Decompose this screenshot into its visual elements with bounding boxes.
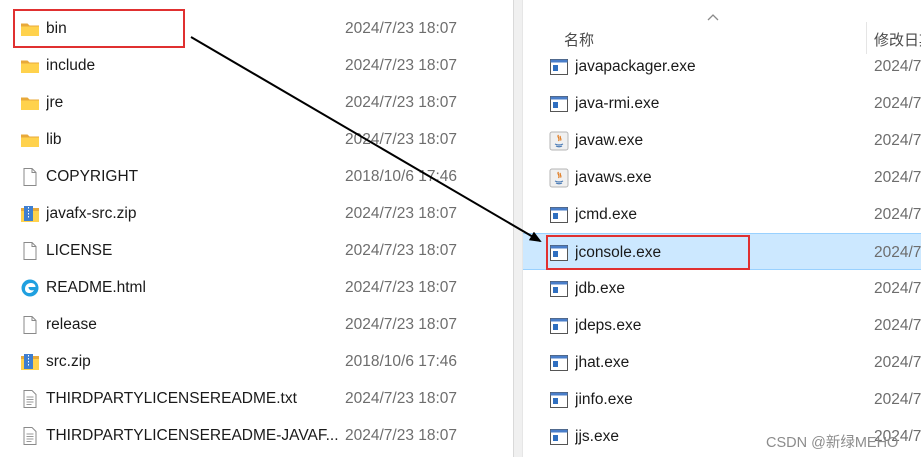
file-modified-date: 2024/7: [874, 317, 921, 334]
file-name: LICENSE: [46, 242, 113, 259]
bin-highlight-box: [13, 9, 185, 48]
left-file-row[interactable]: COPYRIGHT 2018/10/6 17:46: [0, 158, 513, 195]
file-modified-date: 2024/7/23 18:07: [345, 427, 458, 444]
column-header-date[interactable]: 修改日期: [874, 29, 921, 50]
file-name: javaw.exe: [575, 132, 644, 149]
file-name: jre: [46, 94, 64, 111]
sort-up-icon[interactable]: [706, 12, 720, 22]
column-header-name[interactable]: 名称: [564, 29, 594, 50]
file-name: javapackager.exe: [575, 58, 696, 75]
file-name: lib: [46, 131, 62, 148]
left-file-row[interactable]: README.html 2024/7/23 18:07: [0, 269, 513, 306]
file-name: COPYRIGHT: [46, 168, 139, 185]
file-name: THIRDPARTYLICENSEREADME.txt: [46, 390, 297, 407]
file-modified-date: 2024/7: [874, 354, 921, 371]
file-modified-date: 2024/7/23 18:07: [345, 242, 458, 259]
zip-archive-icon: [20, 352, 40, 372]
left-file-row[interactable]: release 2024/7/23 18:07: [0, 306, 513, 343]
file-modified-date: 2018/10/6 17:46: [345, 353, 458, 370]
file-name: jdeps.exe: [575, 317, 642, 334]
file-modified-date: 2024/7: [874, 95, 921, 112]
file-modified-date: 2024/7/23 18:07: [345, 131, 458, 148]
exe-icon: [549, 353, 569, 373]
document-icon: [20, 315, 40, 335]
exe-icon: [549, 279, 569, 299]
file-modified-date: 2024/7: [874, 391, 921, 408]
file-modified-date: 2024/7/23 18:07: [345, 316, 458, 333]
watermark: CSDN @新绿MEHO: [766, 435, 899, 451]
file-modified-date: 2024/7/23 18:07: [345, 390, 458, 407]
file-modified-date: 2024/7/23 18:07: [345, 20, 458, 37]
document-icon: [20, 241, 40, 261]
file-name: jinfo.exe: [575, 391, 633, 408]
folder-icon: [20, 56, 40, 76]
zip-archive-icon: [20, 204, 40, 224]
file-name: src.zip: [46, 353, 91, 370]
text-file-icon: [20, 389, 40, 409]
left-file-row[interactable]: LICENSE 2024/7/23 18:07: [0, 232, 513, 269]
file-modified-date: 2024/7: [874, 169, 921, 186]
file-modified-date: 2024/7/23 18:07: [345, 57, 458, 74]
exe-icon: [549, 427, 569, 447]
file-modified-date: 2024/7: [874, 244, 921, 261]
right-file-row[interactable]: jinfo.exe 2024/7: [523, 381, 921, 418]
file-name: README.html: [46, 279, 146, 296]
folder-icon: [20, 130, 40, 150]
jconsole-highlight-box: [546, 235, 750, 270]
file-name: release: [46, 316, 97, 333]
file-name: javaws.exe: [575, 169, 652, 186]
file-modified-date: 2024/7: [874, 132, 921, 149]
file-name: THIRDPARTYLICENSEREADME-JAVAF...: [46, 427, 339, 444]
right-file-row[interactable]: javaws.exe 2024/7: [523, 159, 921, 196]
file-name: jdb.exe: [575, 280, 625, 297]
java-icon: [549, 131, 569, 151]
left-file-row[interactable]: THIRDPARTYLICENSEREADME-JAVAF... 2024/7/2…: [0, 417, 513, 454]
right-file-row[interactable]: jdb.exe 2024/7: [523, 270, 921, 307]
right-file-row[interactable]: javapackager.exe 2024/7: [523, 48, 921, 85]
exe-icon: [549, 390, 569, 410]
exe-icon: [549, 205, 569, 225]
file-modified-date: 2024/7: [874, 58, 921, 75]
document-icon: [20, 167, 40, 187]
left-file-list: bin 2024/7/23 18:07 include 2024/7/23 18:07…: [0, 0, 513, 457]
folder-icon: [20, 93, 40, 113]
left-file-row[interactable]: THIRDPARTYLICENSEREADME.txt 2024/7/23 18:…: [0, 380, 513, 417]
file-modified-date: 2024/7/23 18:07: [345, 279, 458, 296]
file-name: jhat.exe: [575, 354, 630, 371]
file-modified-date: 2024/7: [874, 280, 921, 297]
text-file-icon: [20, 426, 40, 446]
left-file-row[interactable]: include 2024/7/23 18:07: [0, 47, 513, 84]
file-name: java-rmi.exe: [575, 95, 660, 112]
file-modified-date: 2018/10/6 17:46: [345, 168, 458, 185]
left-file-row[interactable]: lib 2024/7/23 18:07: [0, 121, 513, 158]
left-file-row[interactable]: src.zip 2018/10/6 17:46: [0, 343, 513, 380]
left-file-row[interactable]: javafx-src.zip 2024/7/23 18:07: [0, 195, 513, 232]
right-file-list: 名称 修改日期 javapackager.exe2024/7java-rmi.e…: [523, 0, 921, 457]
right-file-row[interactable]: jhat.exe 2024/7: [523, 344, 921, 381]
exe-icon: [549, 57, 569, 77]
right-file-row[interactable]: javaw.exe 2024/7: [523, 122, 921, 159]
file-modified-date: 2024/7: [874, 206, 921, 223]
file-name: jcmd.exe: [575, 206, 638, 223]
file-name: javafx-src.zip: [46, 205, 137, 222]
file-name: include: [46, 57, 96, 74]
right-file-row[interactable]: jcmd.exe 2024/7: [523, 196, 921, 233]
exe-icon: [549, 94, 569, 114]
file-modified-date: 2024/7/23 18:07: [345, 205, 458, 222]
exe-icon: [549, 316, 569, 336]
right-file-row[interactable]: java-rmi.exe 2024/7: [523, 85, 921, 122]
java-icon: [549, 168, 569, 188]
left-file-row[interactable]: jre 2024/7/23 18:07: [0, 84, 513, 121]
edge-browser-icon: [20, 278, 40, 298]
file-modified-date: 2024/7/23 18:07: [345, 94, 458, 111]
right-file-row[interactable]: jdeps.exe 2024/7: [523, 307, 921, 344]
pane-divider[interactable]: [513, 0, 523, 457]
